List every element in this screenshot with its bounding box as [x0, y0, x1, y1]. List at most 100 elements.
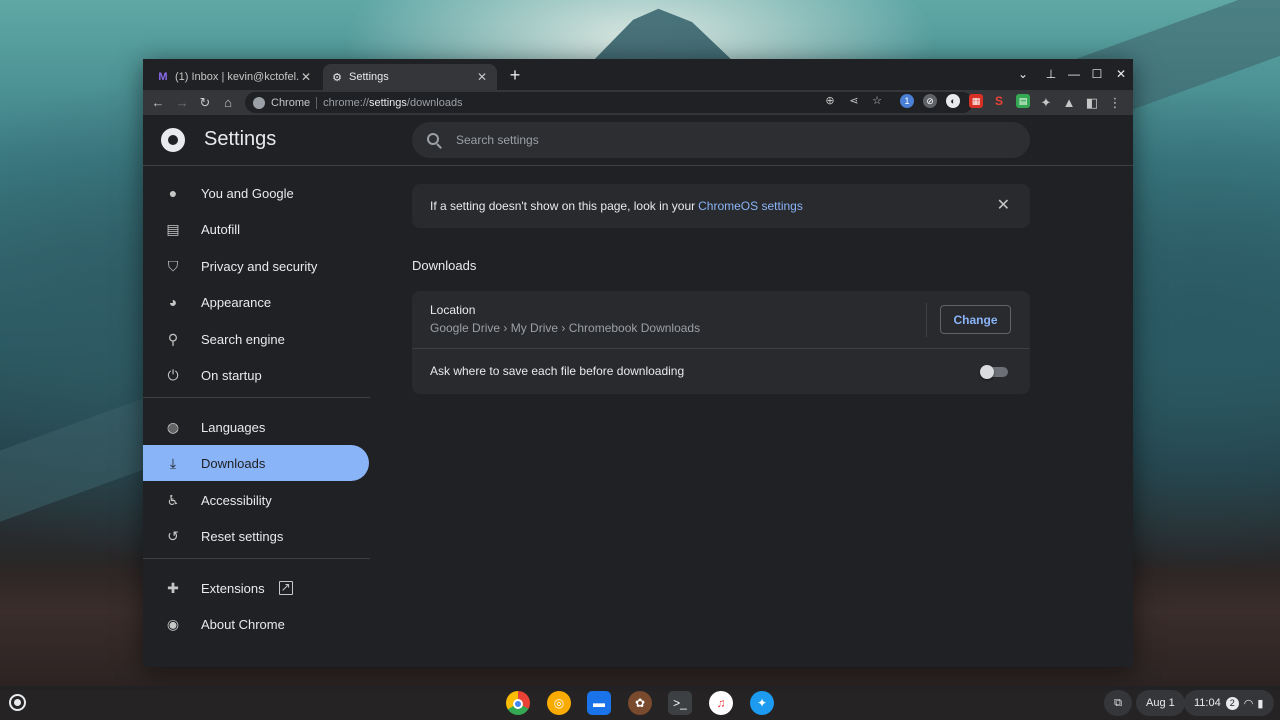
nav-item-label: Accessibility [201, 492, 272, 508]
nav-item-label: Languages [201, 419, 266, 435]
nav-item-on-startup[interactable]: ⏻ On startup [143, 357, 369, 393]
search-box[interactable] [412, 122, 1030, 158]
accessibility-icon: ♿ [166, 492, 180, 508]
back-icon[interactable]: ← [148, 93, 168, 113]
close-window-icon[interactable]: ✕ [1111, 65, 1131, 83]
nav-item-about-chrome[interactable]: ◉ About Chrome [143, 606, 369, 642]
app-icon[interactable]: ✿ [628, 691, 652, 715]
zoom-icon[interactable]: ⊕ [821, 92, 839, 110]
nav-item-label: You and Google [201, 185, 294, 201]
tab-settings[interactable]: ⚙ Settings ✕ [323, 64, 497, 90]
new-tab-button[interactable]: + [505, 65, 525, 85]
nav-item-downloads[interactable]: ⤓ Downloads [143, 445, 369, 481]
change-button[interactable]: Change [940, 305, 1011, 334]
nav-divider [143, 558, 370, 559]
side-panel-icon[interactable]: ◧ [1082, 93, 1102, 113]
history-icon: ↺ [167, 528, 179, 544]
nav-item-label: Appearance [201, 294, 272, 310]
bookmark-star-icon[interactable]: ☆ [868, 92, 886, 110]
tote-icon[interactable]: ⧉ [1104, 690, 1132, 716]
forward-icon[interactable]: → [172, 93, 192, 113]
row-separator [926, 303, 927, 337]
search-input[interactable] [456, 133, 976, 147]
status-tray[interactable]: 11:04 2 ◠ ▮ [1184, 690, 1274, 716]
ask-where-toggle[interactable] [980, 365, 1009, 379]
chrome-logo-icon [161, 128, 185, 152]
location-label: Location [430, 303, 476, 317]
files-icon[interactable]: ▬ [587, 691, 611, 715]
date-tray[interactable]: Aug 1 [1136, 690, 1185, 716]
clipboard-icon: ▤ [166, 221, 180, 237]
nav-item-label: Search engine [201, 331, 285, 347]
time-label: 11:04 [1194, 697, 1221, 709]
nav-item-languages[interactable]: ◍ Languages [143, 409, 369, 445]
music-icon[interactable]: ♫ [709, 691, 733, 715]
close-tab-icon[interactable]: ✕ [475, 70, 489, 84]
share-icon[interactable]: ⋖ [845, 92, 863, 110]
nav-item-reset-settings[interactable]: ↺ Reset settings [143, 518, 369, 554]
chrome-icon[interactable] [506, 691, 530, 715]
omnibox-separator [316, 96, 318, 109]
nav-item-privacy[interactable]: ⛉ Privacy and security [143, 248, 369, 284]
home-icon[interactable]: ⌂ [218, 93, 238, 113]
extension-icon[interactable]: ⊘ [923, 94, 937, 108]
nav-item-autofill[interactable]: ▤ Autofill [143, 211, 369, 247]
settings-header: Settings [143, 115, 1133, 166]
pin-icon[interactable]: ⊥ [1041, 65, 1061, 83]
wifi-icon: ◠ [1243, 697, 1254, 710]
nav-divider [143, 397, 370, 398]
downloads-card: Location Google Drive › My Drive › Chrom… [412, 291, 1030, 394]
extension-icon[interactable]: S [992, 94, 1006, 108]
nav-item-extensions[interactable]: ✚ Extensions ↗ [143, 570, 369, 606]
nav-item-you-and-google[interactable]: ● You and Google [143, 175, 369, 211]
maximize-icon[interactable]: ☐ [1087, 65, 1107, 83]
chrome-canary-icon[interactable]: ◎ [547, 691, 571, 715]
nav-item-accessibility[interactable]: ♿ Accessibility [143, 482, 369, 518]
twitter-icon[interactable]: ✦ [750, 691, 774, 715]
terminal-icon[interactable]: >_ [668, 691, 692, 715]
menu-kebab-icon[interactable]: ⋮ [1105, 93, 1125, 113]
reload-icon[interactable]: ↻ [195, 93, 215, 113]
power-icon: ⏻ [167, 367, 179, 383]
extension-icon[interactable]: ▦ [969, 94, 983, 108]
password-manager-icon[interactable]: 1 [900, 94, 914, 108]
section-title: Downloads [412, 258, 477, 273]
close-tab-icon[interactable]: ✕ [299, 70, 313, 84]
nav-item-appearance[interactable]: ◕ Appearance [143, 284, 369, 320]
page-title: Settings [204, 128, 277, 150]
nav-item-search-engine[interactable]: ⚲ Search engine [143, 321, 369, 357]
location-path: Google Drive › My Drive › Chromebook Dow… [430, 321, 701, 335]
tab-strip: M (1) Inbox | kevin@kctofel.com | P ✕ ⚙ … [143, 59, 1133, 90]
extension-icon[interactable]: ▤ [1016, 94, 1030, 108]
banner-text: If a setting doesn't show on this page, … [430, 199, 696, 213]
open-in-new-icon: ↗ [278, 580, 293, 595]
nav-item-label: Autofill [201, 221, 241, 237]
url-host: settings [368, 96, 407, 109]
nav-item-label: Reset settings [201, 528, 284, 544]
tab-inbox[interactable]: M (1) Inbox | kevin@kctofel.com | P ✕ [149, 64, 321, 90]
extension-icon[interactable]: ◐ [946, 94, 960, 108]
url-prefix: chrome:// [323, 96, 369, 109]
toolbar: ← → ↻ ⌂ Chrome chrome://settings/downloa… [143, 90, 1133, 115]
labs-flask-icon[interactable]: ▲ [1059, 93, 1079, 113]
chrome-site-icon [253, 96, 265, 109]
toggle-knob [980, 365, 994, 379]
settings-page: Settings ● You and Google ▤ Autofill ⛉ P… [143, 115, 1133, 667]
close-icon[interactable]: ✕ [997, 197, 1010, 215]
minimize-icon[interactable]: — [1064, 65, 1084, 83]
chromeos-settings-link[interactable]: ChromeOS settings [698, 199, 803, 213]
notification-badge: 2 [1225, 696, 1239, 710]
shield-icon: ⛉ [167, 258, 179, 274]
person-icon: ● [168, 185, 178, 201]
search-icon: ⚲ [167, 331, 179, 347]
puzzle-icon[interactable]: ✦ [1036, 93, 1056, 113]
nav-item-label: Extensions [201, 580, 265, 596]
tab-search-icon[interactable]: ⌄ [1013, 65, 1033, 83]
site-chip: Chrome [271, 96, 311, 109]
puzzle-icon: ✚ [167, 580, 179, 596]
chromeos-settings-banner: If a setting doesn't show on this page, … [412, 184, 1030, 228]
nav-item-label: About Chrome [201, 616, 285, 632]
launcher-icon[interactable] [9, 694, 26, 711]
address-bar[interactable]: Chrome chrome://settings/downloads [245, 92, 973, 113]
tab-title: Settings [349, 71, 389, 83]
